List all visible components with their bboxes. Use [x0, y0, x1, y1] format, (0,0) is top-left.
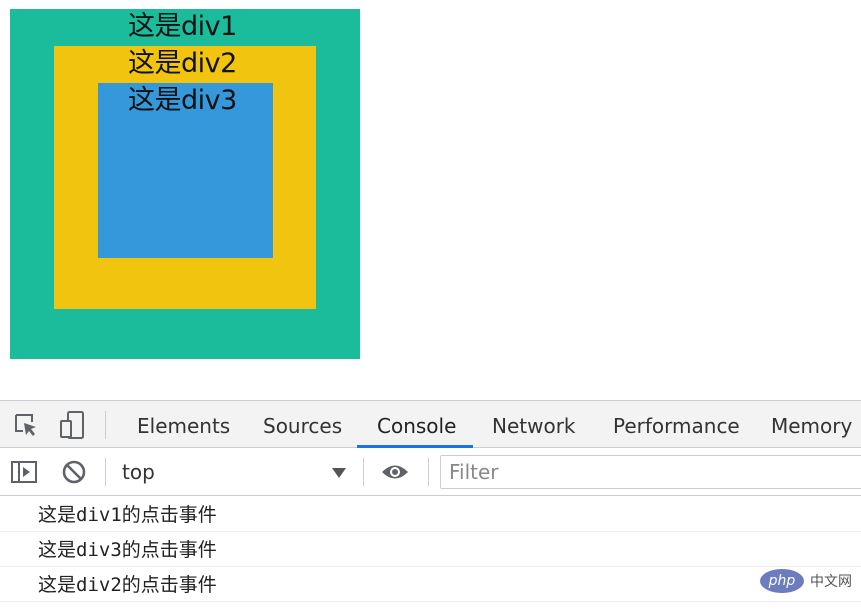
tab-memory[interactable]: Memory — [771, 401, 852, 448]
div1-label: 这是div1 — [128, 11, 237, 42]
live-expression-icon[interactable] — [380, 457, 410, 487]
div3-label: 这是div3 — [128, 85, 237, 116]
toolbar-divider — [363, 458, 364, 486]
console-toolbar: top — [0, 448, 861, 496]
toolbar-divider — [105, 411, 106, 439]
console-message: 这是div3的点击事件 — [0, 532, 861, 567]
watermark-text: 中文网 — [810, 574, 852, 590]
devtools-panel: Elements Sources Console Network Perform… — [0, 400, 861, 613]
tab-console[interactable]: Console — [377, 401, 456, 448]
chevron-down-icon — [332, 468, 346, 478]
watermark: php 中文网 — [760, 568, 852, 594]
console-output: 这是div1的点击事件 这是div3的点击事件 这是div2的点击事件 — [0, 497, 861, 602]
div1-box[interactable]: 这是div1 这是div2 这是div3 — [10, 9, 360, 359]
tab-performance[interactable]: Performance — [613, 401, 740, 448]
device-toolbar-icon[interactable] — [57, 410, 87, 440]
inspect-element-icon[interactable] — [11, 410, 41, 440]
filter-input[interactable] — [440, 455, 861, 489]
context-value: top — [122, 460, 155, 484]
console-message: 这是div1的点击事件 — [0, 497, 861, 532]
tab-network[interactable]: Network — [492, 401, 576, 448]
clear-console-icon[interactable] — [59, 457, 89, 487]
tab-sources[interactable]: Sources — [263, 401, 342, 448]
div3-box[interactable]: 这是div3 — [98, 83, 273, 258]
div2-label: 这是div2 — [128, 48, 237, 79]
tab-elements[interactable]: Elements — [137, 401, 230, 448]
toolbar-divider — [428, 458, 429, 486]
show-sidebar-icon[interactable] — [9, 457, 39, 487]
div2-box[interactable]: 这是div2 这是div3 — [54, 46, 316, 309]
devtools-tabbar: Elements Sources Console Network Perform… — [0, 400, 861, 448]
console-message: 这是div2的点击事件 — [0, 567, 861, 602]
php-logo: php — [760, 569, 804, 593]
toolbar-divider — [105, 458, 106, 486]
context-selector[interactable]: top — [112, 456, 352, 488]
